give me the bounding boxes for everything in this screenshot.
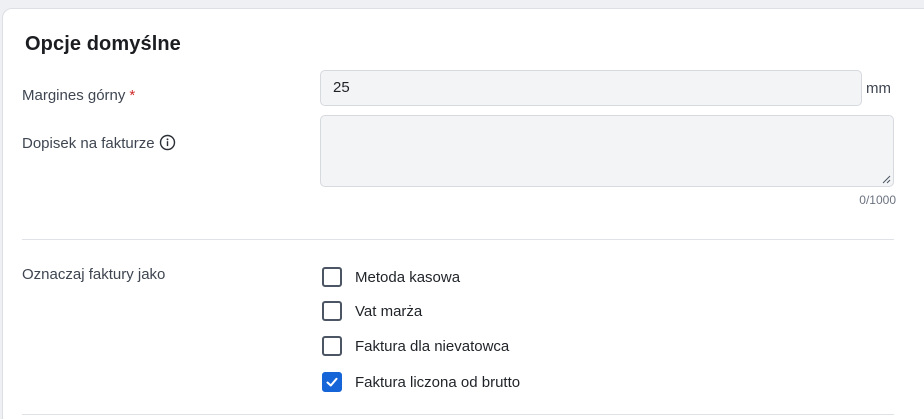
option-cash-method[interactable]: Metoda kasowa bbox=[322, 266, 460, 288]
option-gross-calculated[interactable]: Faktura liczona od brutto bbox=[322, 371, 520, 393]
checkbox-checked[interactable] bbox=[322, 372, 342, 392]
info-circle-icon[interactable] bbox=[159, 134, 176, 151]
top-margin-label-text: Margines górny bbox=[22, 87, 126, 104]
section-divider-bottom bbox=[22, 414, 894, 415]
top-margin-input[interactable]: 25 bbox=[320, 70, 862, 106]
checkbox[interactable] bbox=[322, 267, 342, 287]
checkbox-label[interactable]: Metoda kasowa bbox=[355, 269, 460, 286]
checkbox[interactable] bbox=[322, 301, 342, 321]
checkbox-label[interactable]: Vat marża bbox=[355, 303, 422, 320]
checkbox[interactable] bbox=[322, 336, 342, 356]
required-mark: * bbox=[129, 87, 136, 104]
invoice-note-label: Dopisek na fakturze bbox=[22, 134, 176, 152]
section-divider bbox=[22, 239, 894, 240]
top-margin-unit: mm bbox=[866, 80, 891, 97]
option-vat-margin[interactable]: Vat marża bbox=[322, 300, 422, 322]
checkmark-icon bbox=[326, 377, 338, 387]
resize-handle-icon[interactable] bbox=[882, 175, 891, 184]
option-non-vat-payer[interactable]: Faktura dla nievatowca bbox=[322, 335, 509, 357]
checkbox-label[interactable]: Faktura liczona od brutto bbox=[355, 374, 520, 391]
invoice-note-label-text: Dopisek na fakturze bbox=[22, 135, 155, 152]
checkbox-label[interactable]: Faktura dla nievatowca bbox=[355, 338, 509, 355]
top-margin-label: Margines górny * bbox=[22, 87, 135, 104]
mark-invoices-label: Oznaczaj faktury jako bbox=[22, 266, 166, 283]
char-counter: 0/1000 bbox=[859, 193, 896, 207]
invoice-note-textarea[interactable] bbox=[320, 115, 894, 187]
section-title: Opcje domyślne bbox=[25, 33, 181, 55]
